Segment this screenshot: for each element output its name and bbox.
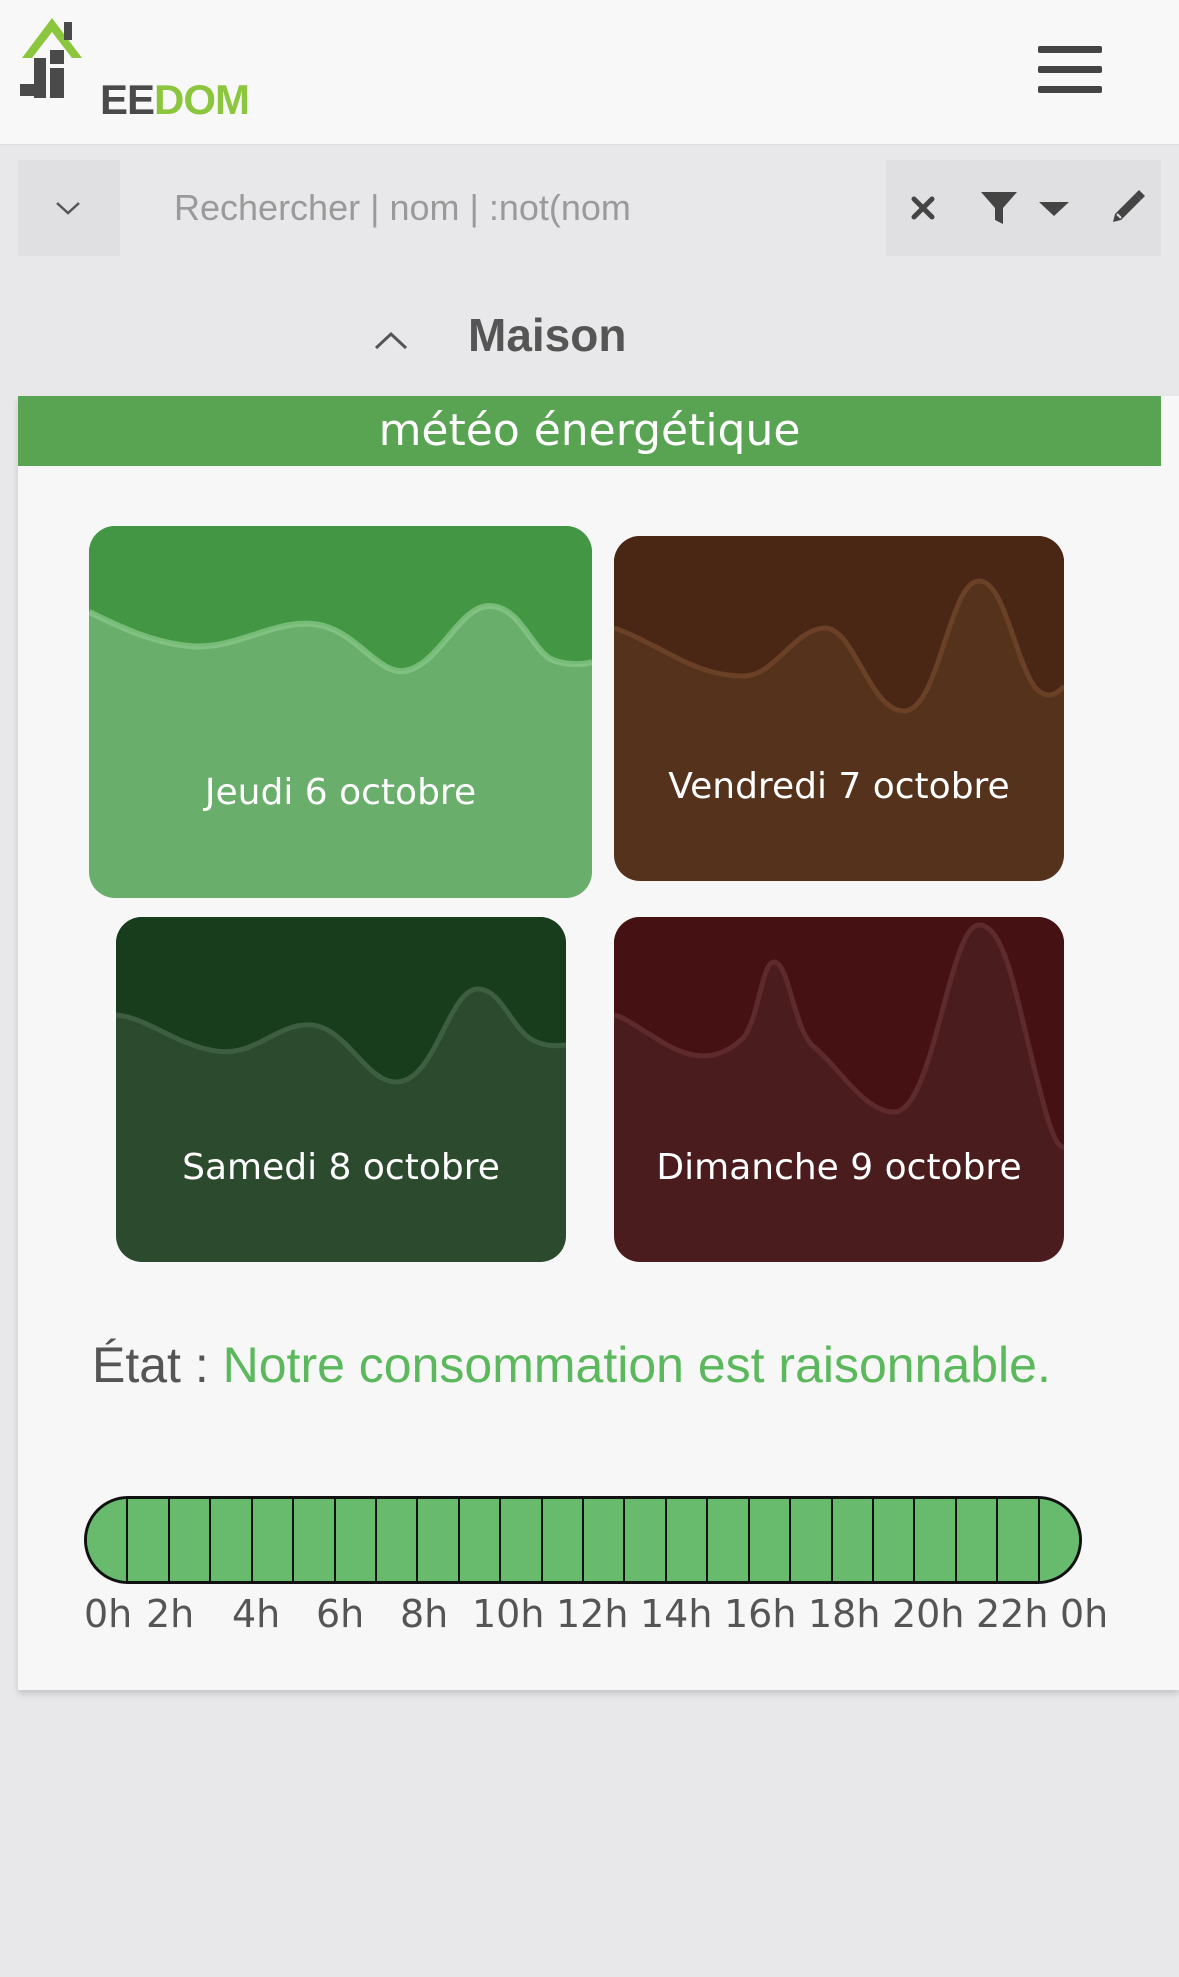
- top-bar: EEDOM: [0, 0, 1179, 145]
- hour-label: 10h: [472, 1592, 545, 1636]
- timeline-slot: [128, 1499, 170, 1581]
- wave-graphic: [89, 526, 592, 675]
- timeline-slot: [169, 1499, 212, 1581]
- clear-search-button[interactable]: [888, 160, 958, 256]
- wave-graphic: [614, 536, 1064, 714]
- object-title: Maison: [468, 309, 627, 361]
- timeline-slot: [294, 1499, 336, 1581]
- timeline-slot: [418, 1499, 460, 1581]
- edit-button[interactable]: [1092, 160, 1161, 256]
- timeline-slot: [832, 1499, 875, 1581]
- widget-title: météo énergétique: [18, 396, 1161, 466]
- timeline-slot: [708, 1499, 750, 1581]
- day-label: Jeudi 6 octobre: [204, 772, 477, 813]
- hourly-timeline: [84, 1496, 1082, 1584]
- timeline-slot: [542, 1499, 585, 1581]
- search-bar: [18, 160, 1161, 256]
- filter-dropdown-button[interactable]: [960, 160, 1090, 256]
- jeedom-logo[interactable]: EEDOM: [20, 14, 250, 123]
- state-label: État :: [92, 1337, 209, 1393]
- hour-label: 2h: [146, 1592, 195, 1636]
- timeline-slot: [874, 1499, 916, 1581]
- timeline-slot: [749, 1499, 792, 1581]
- hour-label: 12h: [556, 1592, 629, 1636]
- timeline-slot: [459, 1499, 502, 1581]
- hour-label: 16h: [724, 1592, 797, 1636]
- timeline-slot: [666, 1499, 709, 1581]
- hour-label: 20h: [892, 1592, 965, 1636]
- day-tile-vendredi[interactable]: Vendredi 7 octobre: [614, 536, 1064, 881]
- consumption-state: État : Notre consommation est raisonnabl…: [92, 1336, 1051, 1394]
- logo-text: EEDOM: [100, 76, 250, 123]
- energy-weather-widget: météo énergétique Jeudi 6 octobre Vendre…: [18, 396, 1179, 1690]
- pencil-icon: [1112, 190, 1145, 222]
- search-input[interactable]: [120, 160, 886, 256]
- day-tile-dimanche[interactable]: Dimanche 9 octobre: [614, 917, 1064, 1262]
- timeline-slot: [998, 1499, 1040, 1581]
- timeline-slot: [915, 1499, 957, 1581]
- state-value: Notre consommation est raisonnable.: [222, 1337, 1051, 1393]
- timeline-slot: [87, 1499, 129, 1581]
- timeline-slot: [335, 1499, 377, 1581]
- hour-label: 22h: [976, 1592, 1049, 1636]
- filter-icon: [981, 192, 1017, 224]
- timeline-slot: [791, 1499, 833, 1581]
- hour-label: 0h: [1060, 1592, 1109, 1636]
- wave-graphic: [116, 917, 566, 1085]
- hour-label: 0h: [84, 1592, 133, 1636]
- timeline-slot: [625, 1499, 667, 1581]
- timeline-slot: [501, 1499, 543, 1581]
- day-tile-samedi[interactable]: Samedi 8 octobre: [116, 917, 566, 1262]
- timeline-slot: [211, 1499, 253, 1581]
- timeline-slot: [376, 1499, 419, 1581]
- timeline-slot: [1039, 1499, 1079, 1581]
- chevron-down-icon: [56, 202, 80, 215]
- timeline-hour-labels: 0h 2h 4h 6h 8h 10h 12h 14h 16h 18h 20h 22h 0h: [84, 1592, 1124, 1642]
- hour-label: 6h: [316, 1592, 365, 1636]
- caret-down-icon: [1039, 202, 1069, 216]
- day-tile-jeudi[interactable]: Jeudi 6 octobre: [89, 526, 592, 898]
- day-label: Dimanche 9 octobre: [656, 1147, 1022, 1188]
- object-header: Maison: [18, 290, 1161, 390]
- timeline-slot: [252, 1499, 295, 1581]
- hour-label: 18h: [808, 1592, 881, 1636]
- hour-label: 8h: [400, 1592, 449, 1636]
- timeline-slot: [584, 1499, 626, 1581]
- chevron-up-icon: [374, 331, 408, 350]
- close-icon: [911, 196, 935, 220]
- wave-graphic: [614, 917, 1064, 1150]
- collapse-all-button[interactable]: [18, 160, 118, 256]
- timeline-slot: [956, 1499, 999, 1581]
- collapse-object-button[interactable]: [366, 320, 416, 356]
- hour-label: 4h: [232, 1592, 281, 1636]
- hamburger-menu-button[interactable]: [1030, 42, 1110, 102]
- hour-label: 14h: [640, 1592, 713, 1636]
- day-label: Vendredi 7 octobre: [668, 766, 1010, 807]
- day-label: Samedi 8 octobre: [182, 1147, 500, 1188]
